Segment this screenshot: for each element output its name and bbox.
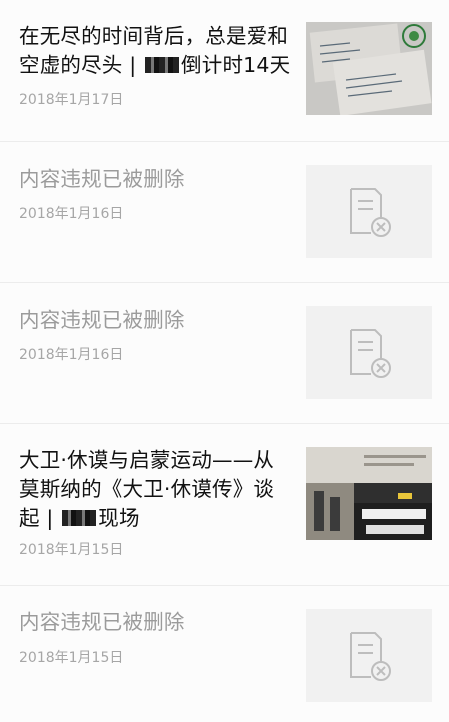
- article-item[interactable]: 大卫·休谟与启蒙运动——从莫斯纳的《大卫·休谟传》谈起 | 现场 2018年1月…: [0, 424, 449, 585]
- article-title[interactable]: 在无尽的时间背后，总是爱和空虚的尽头 | 倒计时14天: [19, 22, 291, 80]
- article-item[interactable]: 在无尽的时间背后，总是爱和空虚的尽头 | 倒计时14天 2018年1月17日: [0, 0, 449, 130]
- article-thumbnail[interactable]: [306, 22, 432, 115]
- article-thumbnail[interactable]: [306, 306, 432, 399]
- article-date: 2018年1月17日: [19, 92, 124, 108]
- event-poster-photo: [306, 447, 432, 540]
- article-date: 2018年1月15日: [19, 650, 124, 666]
- article-title[interactable]: 大卫·休谟与启蒙运动——从莫斯纳的《大卫·休谟传》谈起 | 现场: [19, 446, 291, 533]
- article-title[interactable]: 内容违规已被删除: [19, 306, 291, 335]
- article-title-text: 大卫·休谟与启蒙运动——从莫斯纳的《大卫·休谟传》谈起 |: [19, 448, 275, 530]
- article-date: 2018年1月16日: [19, 206, 124, 222]
- article-thumbnail[interactable]: [306, 165, 432, 258]
- article-date: 2018年1月16日: [19, 347, 124, 363]
- redacted-mark: [62, 510, 97, 526]
- article-list: 在无尽的时间背后，总是爱和空虚的尽头 | 倒计时14天 2018年1月17日 内…: [0, 0, 449, 722]
- article-date: 2018年1月15日: [19, 542, 124, 558]
- article-title-text-end: 现场: [98, 506, 140, 530]
- article-thumbnail[interactable]: [306, 447, 432, 540]
- deleted-document-icon: [350, 632, 391, 681]
- article-item[interactable]: 内容违规已被删除 2018年1月15日: [0, 586, 449, 722]
- article-title-text-end: 倒计时14天: [181, 53, 291, 77]
- article-thumbnail[interactable]: [306, 609, 432, 702]
- article-title[interactable]: 内容违规已被删除: [19, 608, 291, 637]
- article-item[interactable]: 内容违规已被删除 2018年1月16日: [0, 142, 449, 282]
- article-item[interactable]: 内容违规已被删除 2018年1月16日: [0, 283, 449, 423]
- deleted-document-icon: [350, 188, 391, 237]
- article-title[interactable]: 内容违规已被删除: [19, 165, 291, 194]
- certificate-photo: [306, 22, 432, 115]
- deleted-document-icon: [350, 329, 391, 378]
- redacted-mark: [145, 57, 180, 73]
